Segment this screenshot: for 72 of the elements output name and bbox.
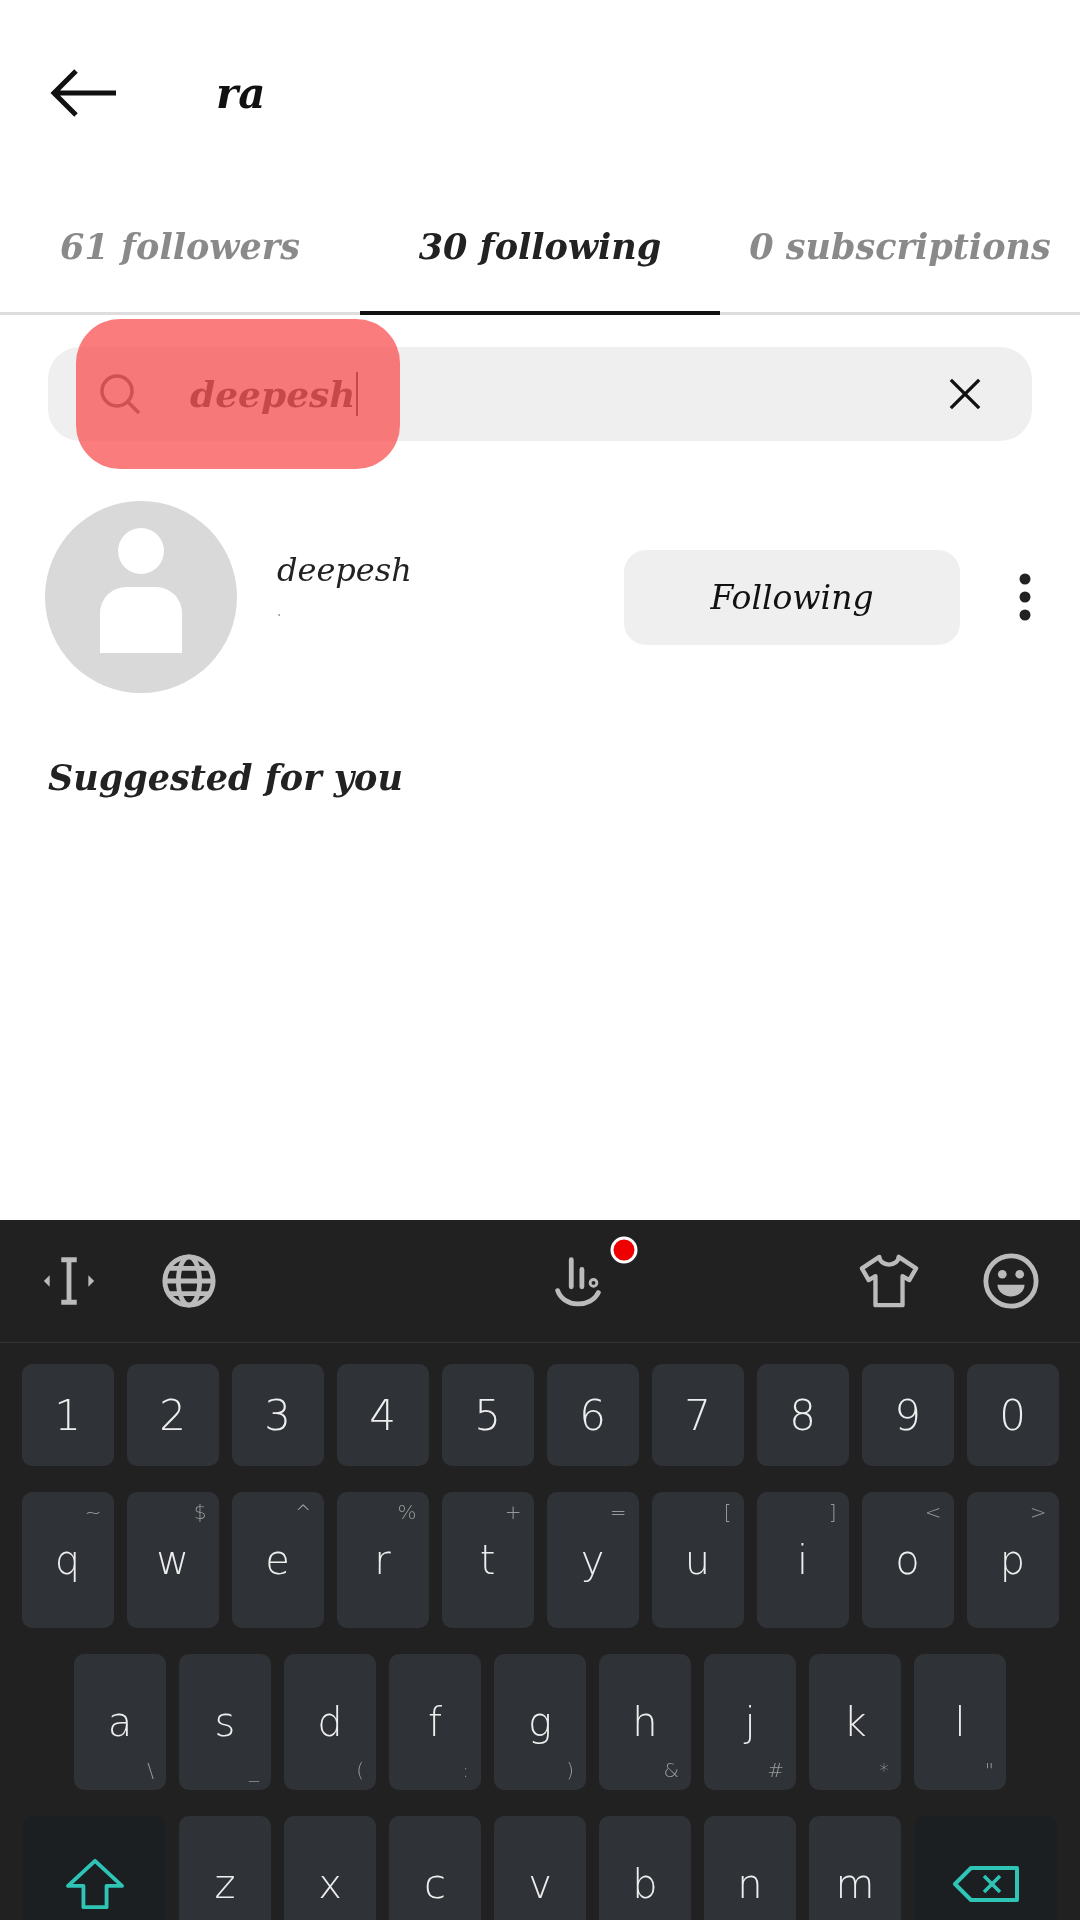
keyboard-key[interactable]: z [179, 1816, 271, 1920]
keyboard-key[interactable]: s _ [179, 1654, 271, 1790]
keyboard-key[interactable]: 9 [861, 1364, 954, 1466]
keyboard-key[interactable]: o < [861, 1492, 954, 1628]
keyboard-key[interactable]: q ~ [21, 1492, 114, 1628]
close-icon[interactable] [948, 377, 982, 411]
key-hint: > [1029, 1500, 1047, 1524]
keyboard-key[interactable]: g ) [494, 1654, 586, 1790]
key-hint: _ [249, 1758, 259, 1782]
key-hint: $ [193, 1500, 207, 1524]
keyboard-key[interactable]: x [284, 1816, 376, 1920]
keyboard-key[interactable]: 5 [441, 1364, 534, 1466]
key-hint: % [397, 1500, 417, 1524]
key-hint: & [663, 1758, 679, 1782]
keyboard-key[interactable]: u [ [651, 1492, 744, 1628]
key-hint: ) [566, 1758, 574, 1782]
keyboard-key[interactable]: 7 [651, 1364, 744, 1466]
key-hint: ~ [84, 1500, 102, 1524]
profile-name: ra [216, 68, 266, 118]
keyboard-key[interactable]: 2 [126, 1364, 219, 1466]
keyboard-key[interactable]: k * [809, 1654, 901, 1790]
keyboard-key[interactable]: c [389, 1816, 481, 1920]
keyboard-key[interactable]: 6 [546, 1364, 639, 1466]
key-hint: ] [828, 1500, 837, 1524]
keyboard-key[interactable]: i ] [756, 1492, 849, 1628]
keyboard-key[interactable]: 4 [336, 1364, 429, 1466]
key-hint: = [609, 1500, 627, 1524]
key-hint: : [462, 1758, 469, 1782]
keyboard-key[interactable]: p > [966, 1492, 1059, 1628]
back-icon[interactable] [50, 68, 118, 118]
emoji-icon[interactable] [982, 1252, 1040, 1310]
key-hint: # [767, 1758, 784, 1782]
user-subtitle: . [277, 603, 283, 619]
keyboard-key[interactable]: f : [389, 1654, 481, 1790]
more-icon[interactable] [1018, 572, 1032, 622]
key-hint: ( [356, 1758, 364, 1782]
backspace-key[interactable] [914, 1816, 1057, 1920]
keyboard-key[interactable]: 3 [231, 1364, 324, 1466]
keyboard-key[interactable]: v [494, 1816, 586, 1920]
keyboard-key[interactable]: l " [914, 1654, 1006, 1790]
key-hint: [ [723, 1500, 732, 1524]
keyboard-key[interactable]: y = [546, 1492, 639, 1628]
keyboard-key[interactable]: a \ [74, 1654, 166, 1790]
following-button[interactable]: Following [624, 549, 960, 645]
shift-arrow-icon [63, 1857, 126, 1911]
keyboard-key[interactable]: r % [336, 1492, 429, 1628]
globe-icon[interactable] [160, 1252, 218, 1310]
keyboard-key[interactable]: w $ [126, 1492, 219, 1628]
keyboard-key[interactable]: 0 [966, 1364, 1059, 1466]
keyboard-key[interactable]: 1 [21, 1364, 114, 1466]
tab[interactable]: 30 following [360, 186, 720, 315]
backspace-icon [950, 1864, 1021, 1904]
keyboard-key[interactable]: t + [441, 1492, 534, 1628]
key-hint: ^ [294, 1500, 312, 1524]
username: deepesh [277, 551, 413, 589]
shift-key[interactable] [23, 1816, 166, 1920]
key-hint: " [984, 1758, 994, 1782]
keyboard-key[interactable]: 8 [756, 1364, 849, 1466]
key-hint: + [504, 1500, 522, 1524]
keyboard-key[interactable]: e ^ [231, 1492, 324, 1628]
keyboard-key[interactable]: b [599, 1816, 691, 1920]
keyboard-key[interactable]: n [704, 1816, 796, 1920]
section-heading: Suggested for you [48, 757, 404, 798]
keyboard-key[interactable]: j # [704, 1654, 796, 1790]
shirt-icon[interactable] [858, 1252, 920, 1310]
avatar-icon [45, 501, 237, 693]
keyboard-key[interactable]: d ( [284, 1654, 376, 1790]
key-hint: < [924, 1500, 942, 1524]
key-hint: \ [147, 1758, 154, 1782]
keyboard-key[interactable]: m [809, 1816, 901, 1920]
key-hint: * [879, 1758, 889, 1782]
keyboard-key[interactable]: h & [599, 1654, 691, 1790]
